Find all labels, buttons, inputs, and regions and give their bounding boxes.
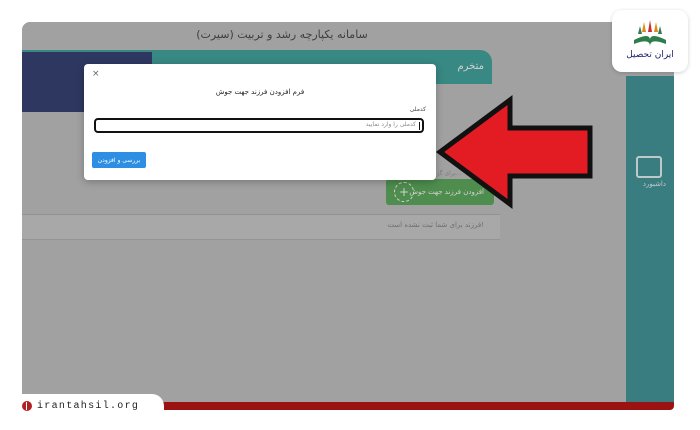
brand-logo-card: ایران تحصیل — [612, 10, 688, 72]
close-icon[interactable]: × — [92, 69, 100, 79]
browser-screen: سامانه یکپارچه رشد و تربیت (سیرت) متخرم … — [22, 22, 674, 410]
national-id-placeholder: کدملی را وارد نمایید — [365, 121, 416, 128]
site-url[interactable]: irantahsil.org — [37, 401, 139, 412]
globe-icon — [22, 401, 32, 411]
national-id-label: کدملی — [409, 106, 426, 113]
text-caret — [419, 122, 420, 130]
arrow-shape — [436, 95, 593, 209]
national-id-input[interactable]: کدملی را وارد نمایید — [94, 118, 424, 133]
logo-text: ایران تحصیل — [626, 50, 674, 60]
add-child-modal: × فرم افزودن فرزند جهت جوش کدملی کدملی ر… — [84, 64, 436, 180]
check-and-add-button[interactable]: بررسی و افزودن — [92, 152, 146, 168]
big-red-arrow-left-icon — [436, 95, 593, 209]
book-leaf-logo-icon — [634, 20, 666, 46]
site-url-badge[interactable]: irantahsil.org — [14, 394, 164, 418]
modal-title: فرم افزودن فرزند جهت جوش — [215, 88, 305, 96]
